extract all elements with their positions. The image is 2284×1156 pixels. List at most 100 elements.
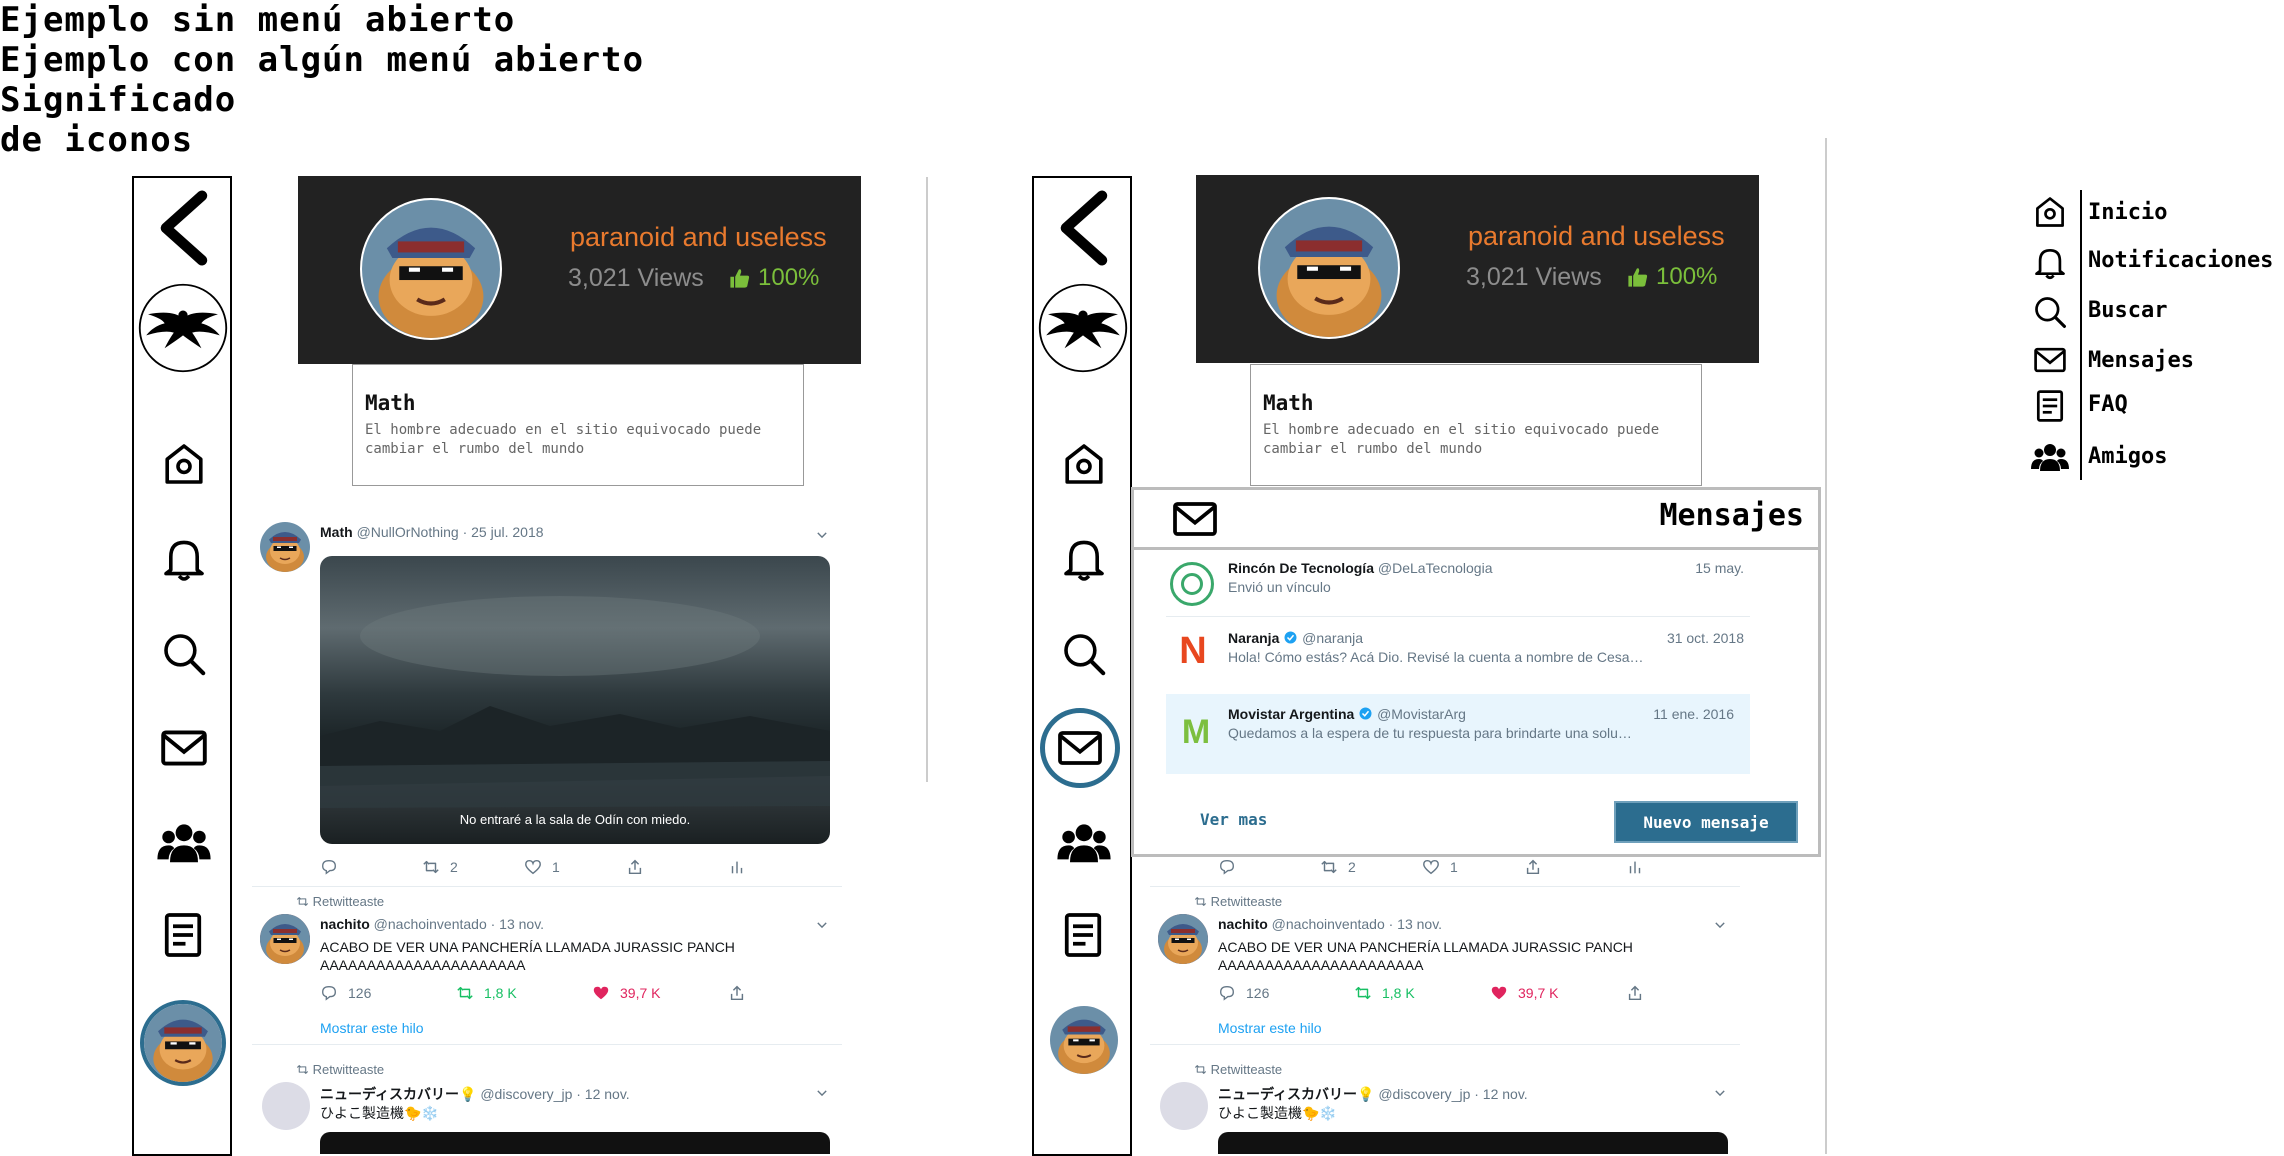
like-button[interactable]: 39,7 K — [1490, 984, 1558, 1002]
search-icon[interactable] — [160, 630, 208, 678]
logo-bird-icon[interactable] — [1037, 282, 1129, 374]
share-icon — [626, 858, 644, 876]
sidebar-open — [1032, 176, 1132, 1156]
back-arrow-icon[interactable] — [154, 190, 212, 266]
stats-button[interactable] — [728, 858, 746, 876]
message-item-selected[interactable]: M Movistar Argentina @MovistarArg 11 ene… — [1166, 694, 1750, 774]
home-icon — [2032, 194, 2068, 230]
mail-icon[interactable] — [158, 722, 210, 774]
contact-avatar: N — [1179, 629, 1207, 672]
tweet-media[interactable]: No entraré a la sala de Odín con miedo. — [320, 556, 830, 844]
retweet-button[interactable]: 1,8 K — [1354, 984, 1415, 1002]
heading-closed-example: Ejemplo sin menú abierto — [0, 0, 516, 40]
tweet-text-line2: AAAAAAAAAAAAAAAAAAAAAA — [1218, 957, 1424, 973]
quote-text-line1: El hombre adecuado en el sitio equivocad… — [1263, 422, 1660, 438]
tweet-header: ニューディスカバリー💡 @discovery_jp · 12 nov. — [1218, 1084, 1528, 1104]
reply-button[interactable]: 126 — [320, 984, 371, 1002]
like-count: 39,7 K — [1518, 985, 1559, 1001]
tweet-media[interactable] — [1218, 1132, 1728, 1154]
back-arrow-icon[interactable] — [1054, 190, 1112, 266]
separator — [1166, 616, 1750, 617]
tweet-author[interactable]: Math — [320, 524, 353, 540]
retweet-icon — [456, 984, 474, 1002]
chevron-down-icon[interactable] — [815, 1086, 829, 1100]
like-button[interactable]: 1 — [1422, 858, 1458, 876]
retweet-count: 1,8 K — [484, 985, 517, 1001]
profile-avatar[interactable] — [360, 198, 502, 340]
faq-icon[interactable] — [158, 910, 208, 960]
friends-icon[interactable] — [156, 816, 212, 872]
reply-icon — [320, 858, 338, 876]
bell-icon[interactable] — [160, 534, 208, 582]
chevron-down-icon[interactable] — [815, 528, 829, 542]
share-button[interactable] — [1626, 984, 1644, 1002]
avatar[interactable] — [140, 1000, 226, 1086]
heart-icon — [592, 984, 610, 1002]
tweet-avatar[interactable] — [1160, 1082, 1208, 1130]
thumb-up-icon — [1626, 265, 1650, 289]
separator — [252, 886, 842, 887]
show-thread-link[interactable]: Mostrar este hilo — [320, 1020, 423, 1036]
mail-icon-active[interactable] — [1040, 708, 1120, 788]
bell-icon[interactable] — [1060, 534, 1108, 582]
tweet-author[interactable]: nachito — [1218, 916, 1268, 932]
faq-icon[interactable] — [1058, 910, 1108, 960]
legend-label-amigos: Amigos — [2088, 444, 2168, 469]
tweet-avatar[interactable] — [262, 1082, 310, 1130]
retweet-button[interactable]: 1,8 K — [456, 984, 517, 1002]
tweet-text-line1: ACABO DE VER UNA PANCHERÍA LLAMADA JURAS… — [320, 939, 735, 955]
share-button[interactable] — [626, 858, 644, 876]
reply-button[interactable]: 126 — [1218, 984, 1269, 1002]
tweet-handle-date: @nachoinventado · 13 nov. — [1271, 916, 1443, 932]
like-count: 1 — [552, 859, 560, 875]
chevron-down-icon[interactable] — [1713, 918, 1727, 932]
quote-box: Math El hombre adecuado en el sitio equi… — [352, 364, 804, 486]
reply-count: 126 — [1246, 985, 1270, 1001]
retweet-button[interactable]: 2 — [422, 858, 458, 876]
message-preview: Envió un vínculo — [1228, 579, 1331, 595]
avatar[interactable] — [1050, 1006, 1118, 1074]
chevron-down-icon[interactable] — [815, 918, 829, 932]
heading-legend-line2: de iconos — [0, 120, 194, 160]
home-icon[interactable] — [1060, 440, 1108, 488]
share-button[interactable] — [1524, 858, 1542, 876]
tweet-header: nachito @nachoinventado · 13 nov. — [320, 916, 544, 932]
like-button[interactable]: 39,7 K — [592, 984, 660, 1002]
tweet-avatar[interactable] — [260, 914, 310, 964]
message-preview: Quedamos a la espera de tu respuesta par… — [1228, 725, 1632, 741]
reply-button[interactable] — [320, 858, 338, 876]
like-button[interactable]: 1 — [524, 858, 560, 876]
tweet-media[interactable] — [320, 1132, 830, 1154]
message-item[interactable]: N Naranja @naranja 31 oct. 2018 Hola! Có… — [1166, 622, 1750, 684]
tweet-author[interactable]: ニューディスカバリー💡 — [1218, 1086, 1374, 1102]
logo-bird-icon[interactable] — [137, 282, 229, 374]
retweet-icon — [1354, 984, 1372, 1002]
tweet-avatar[interactable] — [260, 522, 310, 572]
share-icon — [1626, 984, 1644, 1002]
profile-avatar[interactable] — [1258, 197, 1400, 339]
reply-button[interactable] — [1218, 858, 1236, 876]
tweet-text-line1: ひよこ製造機🐤❄️ — [320, 1105, 439, 1121]
tweet-author[interactable]: nachito — [320, 916, 370, 932]
like-count: 39,7 K — [620, 985, 661, 1001]
tweet-avatar[interactable] — [1158, 914, 1208, 964]
retweet-icon — [422, 858, 440, 876]
share-button[interactable] — [728, 984, 746, 1002]
faq-icon — [2032, 388, 2068, 424]
quote-text-line2: cambiar el rumbo del mundo — [365, 441, 585, 457]
chevron-down-icon[interactable] — [1713, 1086, 1727, 1100]
retweeted-label: Retwitteaste — [296, 1062, 384, 1077]
verified-icon — [1358, 706, 1373, 721]
home-icon[interactable] — [160, 440, 208, 488]
see-more-link[interactable]: Ver mas — [1200, 810, 1267, 829]
divider-line — [926, 177, 928, 782]
show-thread-link[interactable]: Mostrar este hilo — [1218, 1020, 1321, 1036]
retweet-button[interactable]: 2 — [1320, 858, 1356, 876]
search-icon[interactable] — [1060, 630, 1108, 678]
tweet-author[interactable]: ニューディスカバリー💡 — [320, 1086, 476, 1102]
retweeted-label: Retwitteaste — [1194, 1062, 1282, 1077]
message-item[interactable]: Rincón De Tecnología @DeLaTecnologia 15 … — [1166, 558, 1750, 620]
stats-button[interactable] — [1626, 858, 1644, 876]
friends-icon[interactable] — [1056, 816, 1112, 872]
new-message-button[interactable]: Nuevo mensaje — [1614, 801, 1798, 843]
